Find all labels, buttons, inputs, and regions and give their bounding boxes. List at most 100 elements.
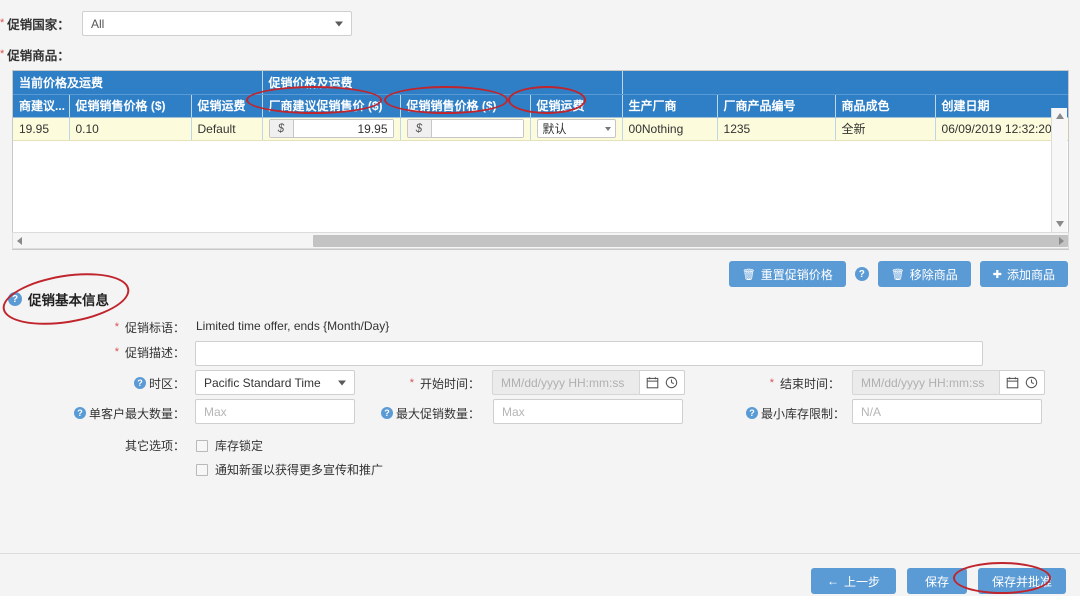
help-icon[interactable]: ? bbox=[8, 292, 22, 306]
cell-created-date: 06/09/2019 12:32:20 bbox=[935, 117, 1069, 140]
end-time-label: 结束时间： bbox=[780, 375, 840, 392]
country-label: 促销国家： bbox=[7, 14, 70, 33]
back-arrow-icon: ← bbox=[827, 574, 839, 588]
clock-icon[interactable] bbox=[665, 376, 678, 389]
timezone-select[interactable]: Pacific Standard Time bbox=[195, 370, 355, 395]
help-icon[interactable]: ? bbox=[134, 377, 146, 389]
slogan-value: Limited time offer, ends {Month/Day} bbox=[196, 319, 389, 333]
country-select-value: All bbox=[91, 17, 104, 31]
description-input[interactable] bbox=[195, 341, 983, 366]
save-label: 保存 bbox=[925, 573, 949, 590]
remove-item-button[interactable]: 🗑 移除商品 bbox=[878, 261, 971, 287]
checkbox-icon[interactable] bbox=[196, 440, 208, 452]
cell-current-promo-shipping: Default bbox=[191, 117, 262, 140]
required-star: * bbox=[0, 18, 4, 29]
start-time-pickers bbox=[640, 370, 685, 395]
calendar-icon[interactable] bbox=[646, 376, 659, 389]
scroll-up-icon[interactable] bbox=[1056, 113, 1064, 119]
col-header-suggested-promo-price[interactable]: 厂商建议促销售价 ($) bbox=[262, 94, 400, 117]
grid-vertical-scrollbar[interactable] bbox=[1051, 108, 1067, 232]
col-header-msrp[interactable]: 商建议... bbox=[13, 94, 69, 117]
max-promo-qty-label: 最大促销数量： bbox=[396, 405, 480, 422]
other-options-label-wrap: 其它选项： bbox=[100, 437, 185, 453]
promo-shipping-select[interactable]: 默认 bbox=[537, 119, 616, 138]
chevron-down-icon bbox=[605, 127, 611, 131]
plus-icon: ✚ bbox=[993, 268, 1002, 281]
col-header-current-promo-price[interactable]: 促销销售价格 ($) bbox=[69, 94, 191, 117]
promo-price-input[interactable]: $ bbox=[407, 119, 524, 138]
group-header-promo: 促销价格及运费 bbox=[262, 71, 622, 94]
cell-msrp: 19.95 bbox=[13, 117, 69, 140]
remove-item-label: 移除商品 bbox=[910, 266, 958, 283]
inventory-lock-checkbox-row[interactable]: 库存锁定 bbox=[196, 437, 263, 454]
promo-price-value bbox=[432, 120, 523, 137]
save-button[interactable]: 保存 bbox=[907, 568, 967, 594]
col-header-mfr-part-number[interactable]: 厂商产品编号 bbox=[717, 94, 835, 117]
help-icon[interactable]: ? bbox=[746, 407, 758, 419]
required-star: * bbox=[410, 378, 414, 389]
other-options-label: 其它选项： bbox=[125, 437, 185, 454]
min-inventory-label: 最小库存限制： bbox=[761, 405, 845, 422]
description-label-wrap: * 促销描述： bbox=[100, 344, 185, 360]
col-header-promo-shipping[interactable]: 促销运费 bbox=[530, 94, 622, 117]
description-label: 促销描述： bbox=[125, 344, 185, 361]
save-and-approve-button[interactable]: 保存并批准 bbox=[978, 568, 1066, 594]
add-item-label: 添加商品 bbox=[1007, 266, 1055, 283]
page-title: 促销基本信息 bbox=[28, 289, 109, 309]
grid-horizontal-scrollbar[interactable] bbox=[12, 232, 1069, 249]
col-header-created-date[interactable]: 创建日期 bbox=[935, 94, 1069, 117]
slogan-label-wrap: * 促销标语： bbox=[100, 319, 185, 335]
scroll-down-icon[interactable] bbox=[1056, 221, 1064, 227]
grid-action-bar: 🗑 重置促销价格 ? 🗑 移除商品 ✚ 添加商品 bbox=[729, 261, 1068, 287]
group-header-row: 当前价格及运费 促销价格及运费 bbox=[13, 71, 1069, 94]
help-icon[interactable]: ? bbox=[855, 267, 869, 281]
timezone-label-wrap: ? 时区： bbox=[120, 375, 185, 391]
col-header-current-promo-shipping[interactable]: 促销运费 bbox=[191, 94, 262, 117]
horizontal-scroll-thumb[interactable] bbox=[313, 235, 1068, 247]
end-time-label-wrap: * 结束时间： bbox=[760, 375, 840, 391]
items-label-row: * 促销商品： bbox=[0, 45, 70, 63]
end-time-pickers bbox=[1000, 370, 1045, 395]
add-item-button[interactable]: ✚ 添加商品 bbox=[980, 261, 1068, 287]
cell-condition: 全新 bbox=[835, 117, 935, 140]
scroll-right-icon[interactable] bbox=[1059, 237, 1064, 245]
items-label: 促销商品： bbox=[7, 45, 70, 64]
max-promo-qty-input[interactable]: Max bbox=[493, 399, 683, 424]
reset-promo-price-button[interactable]: 🗑 重置促销价格 bbox=[729, 261, 846, 287]
min-inventory-input[interactable]: N/A bbox=[852, 399, 1042, 424]
scroll-left-icon[interactable] bbox=[17, 237, 22, 245]
max-per-customer-label: 单客户最大数量： bbox=[89, 405, 185, 422]
col-header-manufacturer[interactable]: 生产厂商 bbox=[622, 94, 717, 117]
required-star: * bbox=[115, 347, 119, 358]
cell-promo-price: $ bbox=[400, 117, 530, 140]
slogan-label: 促销标语： bbox=[125, 319, 185, 336]
start-time-input[interactable]: MM/dd/yyyy HH:mm:ss bbox=[492, 370, 640, 395]
trash-icon: 🗑 bbox=[742, 268, 756, 281]
help-icon[interactable]: ? bbox=[381, 407, 393, 419]
end-time-input[interactable]: MM/dd/yyyy HH:mm:ss bbox=[852, 370, 1000, 395]
basic-info-section-header: ? 促销基本信息 bbox=[8, 289, 109, 309]
col-header-condition[interactable]: 商品成色 bbox=[835, 94, 935, 117]
currency-icon: $ bbox=[270, 120, 294, 137]
previous-step-button[interactable]: ← 上一步 bbox=[811, 568, 896, 594]
help-icon[interactable]: ? bbox=[74, 407, 86, 419]
calendar-icon[interactable] bbox=[1006, 376, 1019, 389]
timezone-value: Pacific Standard Time bbox=[204, 376, 321, 390]
trash-icon: 🗑 bbox=[891, 268, 905, 281]
suggested-promo-price-input[interactable]: $ 19.95 bbox=[269, 119, 394, 138]
footer-action-bar: ← 上一步 保存 保存并批准 bbox=[811, 568, 1066, 594]
checkbox-icon[interactable] bbox=[196, 464, 208, 476]
country-select[interactable]: All bbox=[82, 11, 352, 36]
previous-step-label: 上一步 bbox=[844, 573, 880, 590]
clock-icon[interactable] bbox=[1025, 376, 1038, 389]
max-promo-qty-label-wrap: ? 最大促销数量： bbox=[385, 405, 480, 421]
country-filter-row: * 促销国家： bbox=[0, 11, 70, 36]
table-row[interactable]: 19.95 0.10 Default $ 19.95 $ bbox=[13, 117, 1069, 140]
cell-manufacturer: 00Nothing bbox=[622, 117, 717, 140]
notify-newegg-checkbox-row[interactable]: 通知新蛋以获得更多宣传和推广 bbox=[196, 461, 383, 478]
max-per-customer-input[interactable]: Max bbox=[195, 399, 355, 424]
col-header-promo-price[interactable]: 促销销售价格 ($) bbox=[400, 94, 530, 117]
reset-promo-price-label: 重置促销价格 bbox=[761, 266, 833, 283]
promotion-items-grid: 当前价格及运费 促销价格及运费 商建议... 促销销售价格 ($) 促销运费 厂… bbox=[12, 70, 1069, 250]
required-star: * bbox=[0, 49, 4, 60]
